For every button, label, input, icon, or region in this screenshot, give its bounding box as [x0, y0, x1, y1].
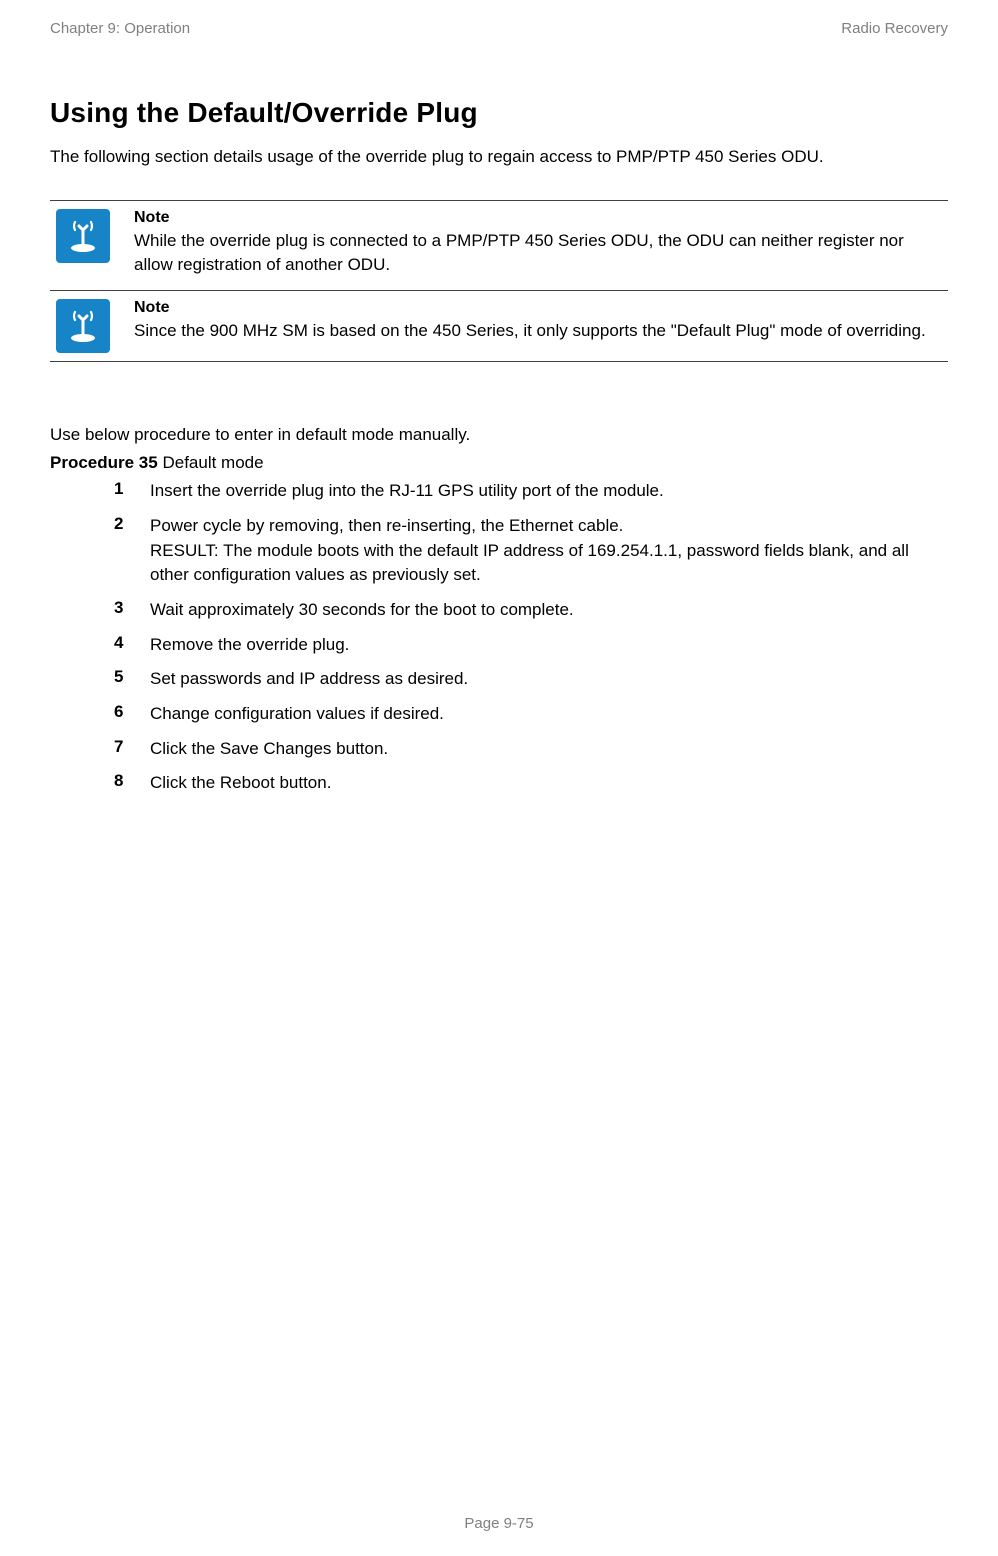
step-text: Wait approximately 30 seconds for the bo… [150, 598, 948, 623]
antenna-icon [65, 308, 101, 344]
note-icon [56, 209, 110, 263]
procedure-heading: Procedure 35 Default mode [50, 453, 948, 473]
note-label: Note [134, 299, 938, 317]
step-text: Click the Save Changes button. [150, 737, 948, 762]
step-text: Power cycle by removing, then re-inserti… [150, 514, 948, 588]
header-left: Chapter 9: Operation [50, 20, 190, 37]
note-text: While the override plug is connected to … [134, 229, 938, 278]
notes-table: Note While the override plug is connecte… [50, 200, 948, 362]
procedure-intro: Use below procedure to enter in default … [50, 422, 948, 448]
step-number: 2 [50, 514, 150, 588]
list-item: 2 Power cycle by removing, then re-inser… [50, 514, 948, 588]
step-number: 7 [50, 737, 150, 762]
list-item: 6 Change configuration values if desired… [50, 702, 948, 727]
list-item: 8 Click the Reboot button. [50, 771, 948, 796]
step-number: 4 [50, 633, 150, 658]
note-label: Note [134, 209, 938, 227]
procedure-label: Procedure 35 [50, 453, 158, 472]
list-item: 4 Remove the override plug. [50, 633, 948, 658]
page: Chapter 9: Operation Radio Recovery Usin… [0, 0, 998, 1556]
section-heading: Using the Default/Override Plug [50, 97, 948, 129]
note-text: Since the 900 MHz SM is based on the 450… [134, 319, 938, 344]
step-text: Set passwords and IP address as desired. [150, 667, 948, 692]
list-item: 1 Insert the override plug into the RJ-1… [50, 479, 948, 504]
steps-list: 1 Insert the override plug into the RJ-1… [50, 479, 948, 795]
step-number: 3 [50, 598, 150, 623]
note-icon [56, 299, 110, 353]
page-footer: Page 9-75 [0, 1515, 998, 1532]
section-intro: The following section details usage of t… [50, 145, 948, 170]
header-right: Radio Recovery [841, 20, 948, 37]
step-text: Insert the override plug into the RJ-11 … [150, 479, 948, 504]
page-header: Chapter 9: Operation Radio Recovery [50, 20, 948, 37]
step-text: Click the Reboot button. [150, 771, 948, 796]
step-text: Change configuration values if desired. [150, 702, 948, 727]
step-number: 8 [50, 771, 150, 796]
procedure-title: Default mode [158, 453, 264, 472]
step-text: Remove the override plug. [150, 633, 948, 658]
step-number: 6 [50, 702, 150, 727]
list-item: 7 Click the Save Changes button. [50, 737, 948, 762]
step-number: 1 [50, 479, 150, 504]
list-item: 3 Wait approximately 30 seconds for the … [50, 598, 948, 623]
step-number: 5 [50, 667, 150, 692]
antenna-icon [65, 218, 101, 254]
list-item: 5 Set passwords and IP address as desire… [50, 667, 948, 692]
